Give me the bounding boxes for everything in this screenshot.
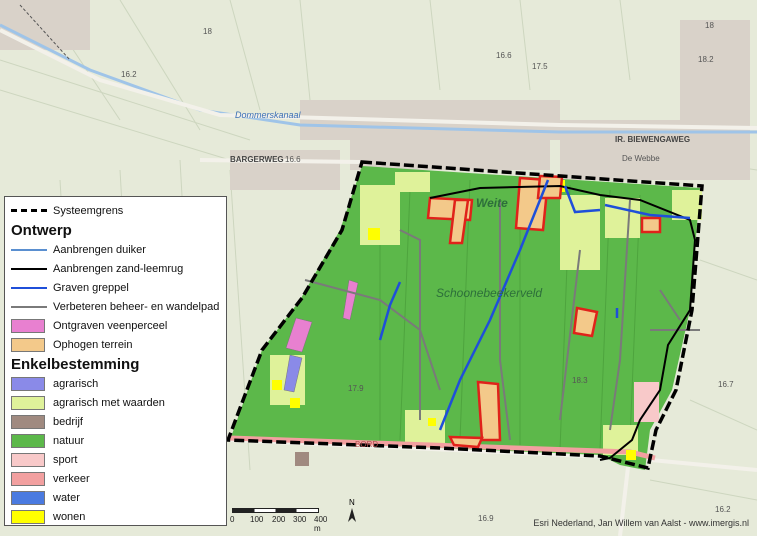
scale-tick: 400 m xyxy=(314,515,328,533)
elevation-label: 16.2 xyxy=(715,505,731,514)
elevation-label: 18.3 xyxy=(572,376,588,385)
legend-item-sport: sport xyxy=(11,450,220,469)
dommerskanaal-label: Dommerskanaal xyxy=(235,110,301,120)
wonen-symbol xyxy=(11,509,47,524)
elevation-label: 18 xyxy=(203,27,212,36)
legend-item-water: water xyxy=(11,488,220,507)
elevation-label: 16.2 xyxy=(121,70,137,79)
north-arrow-icon: N xyxy=(344,498,360,524)
scale-bar: 0 100 200 300 400 m xyxy=(230,508,332,533)
elevation-label: 18 xyxy=(705,21,714,30)
weite-label: Weite xyxy=(476,196,508,210)
legend-item-wonen: wonen xyxy=(11,507,220,526)
legend-label: Graven greppel xyxy=(53,281,129,294)
legend-label: Ontgraven veenperceel xyxy=(53,319,168,332)
bargerweg-label: BARGERWEG xyxy=(230,155,284,164)
agrarisch-symbol xyxy=(11,376,47,391)
legend-item-beheerpad: Verbeteren beheer- en wandelpad xyxy=(11,297,220,316)
sport-patch xyxy=(634,382,659,422)
legend-item-zand-leemrug: Aanbrengen zand-leemrug xyxy=(11,259,220,278)
road-bord-label: BORD xyxy=(355,440,379,449)
legend-label: water xyxy=(53,491,80,504)
beheerpad-symbol xyxy=(11,300,47,314)
water-symbol xyxy=(11,490,47,505)
bedrijf-symbol xyxy=(11,414,47,429)
sport-symbol xyxy=(11,452,47,467)
legend-label: wonen xyxy=(53,510,86,523)
scale-tick: 100 xyxy=(250,515,264,524)
legend-item-systeemgrens: Systeemgrens xyxy=(11,201,220,220)
scale-tick: 300 xyxy=(293,515,307,524)
legend-label: Aanbrengen zand-leemrug xyxy=(53,262,184,275)
elevation-label: 16.6 xyxy=(496,51,512,60)
elevation-label: 17.5 xyxy=(532,62,548,71)
legend-label: Systeemgrens xyxy=(53,204,124,217)
biewengaweg-label: IR. BIEWENGAWEG xyxy=(615,135,691,144)
north-label: N xyxy=(349,498,355,507)
bedrijf-patch xyxy=(295,452,309,466)
legend-item-greppel: Graven greppel xyxy=(11,278,220,297)
agrarisch-met-waarden-symbol xyxy=(11,395,47,410)
legend-item-duiker: Aanbrengen duiker xyxy=(11,240,220,259)
elevation-label: 18.2 xyxy=(698,55,714,64)
natuur-symbol xyxy=(11,433,47,448)
veenperceel-symbol xyxy=(11,318,47,333)
scale-tick: 200 xyxy=(272,515,286,524)
legend-label: verkeer xyxy=(53,472,90,485)
scale-tick: 0 xyxy=(230,515,235,524)
legend-label: natuur xyxy=(53,434,85,447)
duiker-symbol xyxy=(11,243,47,257)
legend-panel: Systeemgrens Ontwerp Aanbrengen duiker A… xyxy=(4,196,227,526)
legend-item-veenperceel: Ontgraven veenperceel xyxy=(11,316,220,335)
legend-item-agrarisch-met-waarden: agrarisch met waarden xyxy=(11,393,220,412)
greppel-symbol xyxy=(11,281,47,295)
legend-label: agrarisch xyxy=(53,377,99,390)
legend-heading-ontwerp: Ontwerp xyxy=(11,221,72,239)
de-webbe-label: De Webbe xyxy=(622,154,660,163)
legend-item-ophogen: Ophogen terrein xyxy=(11,335,220,354)
legend-label: bedrijf xyxy=(53,415,83,428)
ophogen-symbol xyxy=(11,337,47,352)
legend-label: Aanbrengen duiker xyxy=(53,243,146,256)
map-credit: Esri Nederland, Jan Willem van Aalst - w… xyxy=(533,518,749,528)
elevation-label: 17.9 xyxy=(348,384,364,393)
legend-label: sport xyxy=(53,453,78,466)
elevation-label: 16.9 xyxy=(478,514,494,523)
legend-item-verkeer: verkeer xyxy=(11,469,220,488)
legend-label: Verbeteren beheer- en wandelpad xyxy=(53,300,220,313)
verkeer-symbol xyxy=(11,471,47,486)
legend-label: agrarisch met waarden xyxy=(53,396,165,409)
legend-item-natuur: natuur xyxy=(11,431,220,450)
systeemgrens-symbol xyxy=(11,204,47,218)
elevation-label: 16.7 xyxy=(718,380,734,389)
schoonebeekerveld-label: Schoonebeekerveld xyxy=(436,286,543,300)
scale-bar-graphic xyxy=(232,508,319,513)
legend-heading-enkelbestemming: Enkelbestemming xyxy=(11,355,140,373)
zand-leemrug-symbol xyxy=(11,262,47,276)
legend-item-agrarisch: agrarisch xyxy=(11,374,220,393)
bargerweg-elevation-label: 16.6 xyxy=(285,155,301,164)
legend-item-bedrijf: bedrijf xyxy=(11,412,220,431)
legend-label: Ophogen terrein xyxy=(53,338,133,351)
